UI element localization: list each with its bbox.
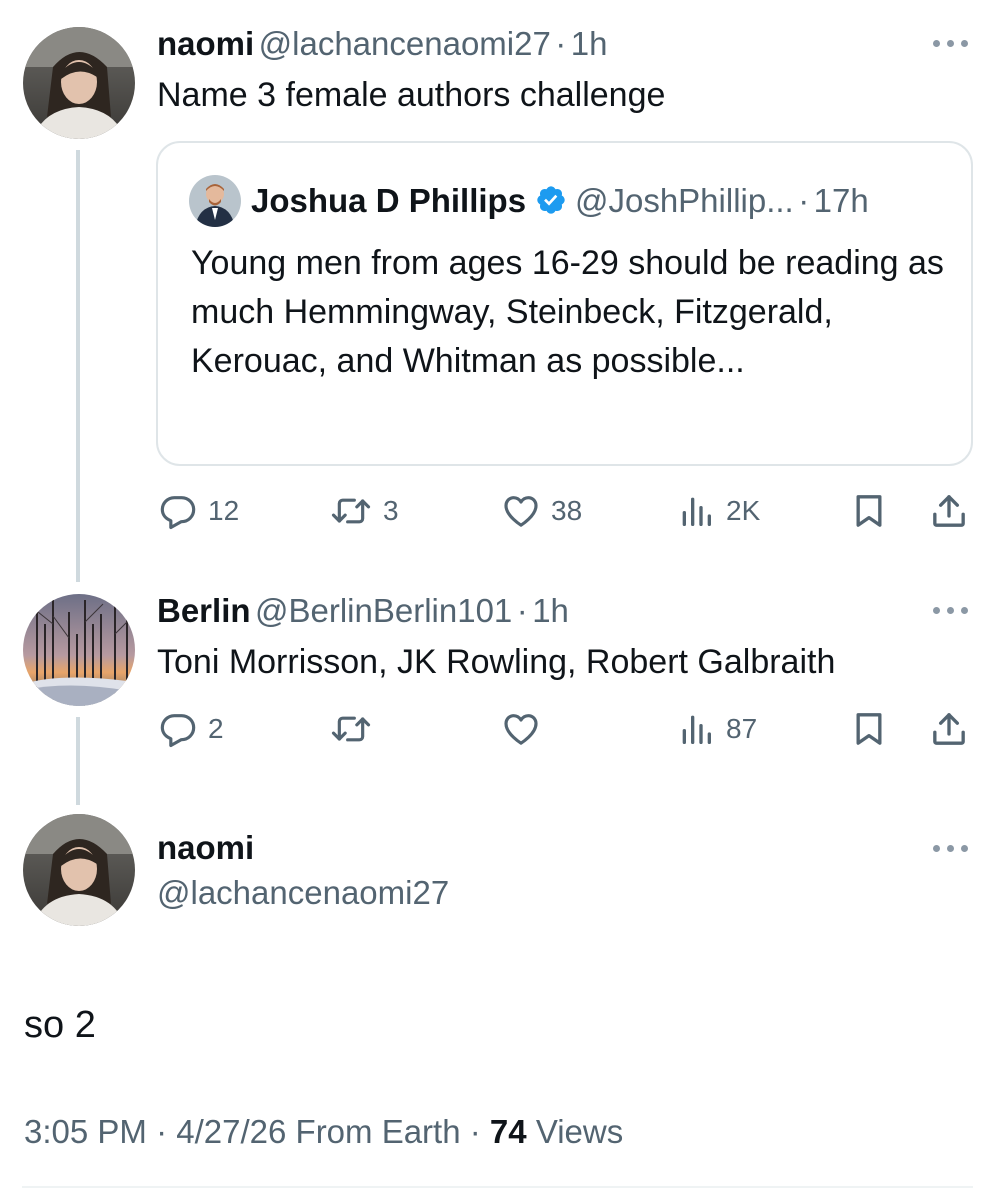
divider bbox=[22, 1186, 973, 1188]
quote-avatar bbox=[189, 175, 241, 227]
views-label: Views bbox=[535, 1113, 624, 1150]
reply-icon bbox=[158, 709, 198, 749]
views-count: 87 bbox=[726, 713, 758, 744]
tweet-meta: 3:05 PM · 4/27/26 From Earth · 74 Views bbox=[24, 1113, 623, 1151]
share-icon bbox=[929, 709, 969, 749]
share-button[interactable] bbox=[929, 709, 969, 749]
thread-line bbox=[76, 150, 80, 582]
like-icon bbox=[501, 491, 541, 531]
quoted-tweet[interactable]: Joshua D Phillips @JoshPhillip... · 17h … bbox=[156, 141, 973, 466]
repost-count: 3 bbox=[383, 495, 399, 526]
tweet-text: Name 3 female authors challenge bbox=[157, 76, 666, 114]
share-icon bbox=[929, 491, 969, 531]
bookmark-button[interactable] bbox=[849, 709, 889, 749]
reply-icon bbox=[158, 491, 198, 531]
avatar-naomi[interactable] bbox=[23, 814, 135, 926]
quote-header: Joshua D Phillips @JoshPhillip... · 17h bbox=[251, 177, 869, 225]
author-name[interactable]: Berlin bbox=[157, 592, 251, 629]
more-options-icon[interactable] bbox=[933, 843, 969, 853]
views-count: 74 bbox=[489, 1113, 527, 1150]
separator-dot: · bbox=[516, 592, 528, 629]
bookmark-icon bbox=[849, 491, 889, 531]
tweet-time[interactable]: 3:05 PM bbox=[24, 1113, 147, 1150]
like-button[interactable]: 38 bbox=[501, 491, 582, 531]
like-button[interactable] bbox=[501, 709, 551, 749]
reply-button[interactable]: 12 bbox=[158, 491, 239, 531]
tweet-time[interactable]: 1h bbox=[532, 592, 569, 629]
verified-badge-icon bbox=[535, 184, 567, 236]
bookmark-icon bbox=[849, 709, 889, 749]
quote-author-handle: @JoshPhillip... bbox=[574, 182, 794, 219]
quote-text: Young men from ages 16-29 should be read… bbox=[191, 244, 944, 380]
tweet-date[interactable]: 4/27/26 bbox=[176, 1113, 286, 1150]
views-button[interactable]: 2K bbox=[676, 491, 760, 531]
more-options-icon[interactable] bbox=[933, 605, 969, 615]
author-handle[interactable]: @lachancenaomi27 bbox=[259, 25, 551, 62]
avatar-berlin[interactable] bbox=[23, 594, 135, 706]
tweet2-header: Berlin @BerlinBerlin101 · 1h bbox=[157, 589, 569, 633]
repost-button[interactable] bbox=[329, 709, 383, 749]
separator-dot: · bbox=[798, 182, 810, 219]
avatar-naomi[interactable] bbox=[23, 27, 135, 139]
reply-count: 12 bbox=[208, 495, 240, 526]
tweet-time[interactable]: 1h bbox=[571, 25, 608, 62]
share-button[interactable] bbox=[929, 491, 969, 531]
reply-count: 2 bbox=[208, 713, 224, 744]
thread-line bbox=[76, 717, 80, 805]
like-count: 38 bbox=[551, 495, 583, 526]
views-icon bbox=[676, 491, 716, 531]
views-count: 2K bbox=[726, 495, 761, 526]
repost-button[interactable]: 3 bbox=[329, 491, 399, 531]
quote-time: 17h bbox=[813, 182, 869, 219]
reply-button[interactable]: 2 bbox=[158, 709, 224, 749]
more-options-icon[interactable] bbox=[933, 38, 969, 48]
separator-dot: · bbox=[555, 25, 567, 62]
main-tweet-text: so 2 bbox=[24, 1004, 96, 1046]
author-name[interactable]: naomi bbox=[157, 25, 254, 62]
quote-author-name: Joshua D Phillips bbox=[251, 182, 527, 219]
tweet-text: Toni Morrisson, JK Rowling, Robert Galbr… bbox=[157, 643, 836, 681]
tweet-source: From Earth bbox=[295, 1113, 461, 1150]
bookmark-button[interactable] bbox=[849, 491, 889, 531]
views-button[interactable]: 87 bbox=[676, 709, 757, 749]
author-name[interactable]: naomi bbox=[157, 826, 254, 870]
separator-dot: · bbox=[156, 1113, 168, 1150]
tweet1-header: naomi @lachancenaomi27 · 1h bbox=[157, 22, 607, 66]
repost-icon bbox=[329, 491, 373, 531]
author-handle[interactable]: @BerlinBerlin101 bbox=[255, 592, 512, 629]
like-icon bbox=[501, 709, 541, 749]
repost-icon bbox=[329, 709, 373, 749]
views-icon bbox=[676, 709, 716, 749]
author-handle[interactable]: @lachancenaomi27 bbox=[157, 871, 449, 915]
separator-dot: · bbox=[469, 1113, 481, 1150]
